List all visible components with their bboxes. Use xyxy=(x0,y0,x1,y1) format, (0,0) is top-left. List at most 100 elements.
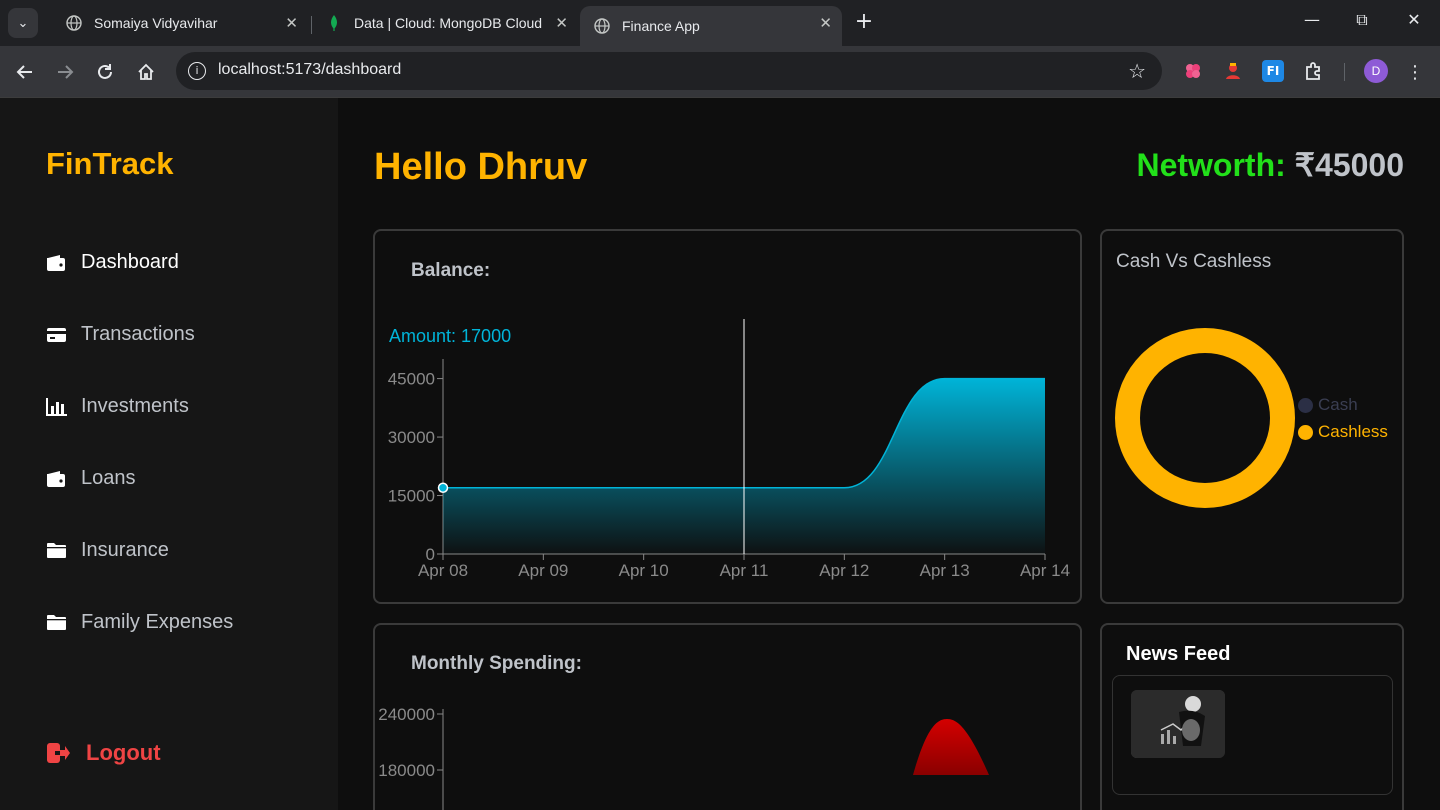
legend-label: Cash xyxy=(1318,395,1358,414)
tab-somaiya[interactable]: Somaiya Vidyavihar ✕ xyxy=(52,6,308,40)
main-content: Hello Dhruv Networth: ₹45000 Balance: 01… xyxy=(338,98,1440,810)
cash-vs-cashless-title: Cash Vs Cashless xyxy=(1116,251,1272,272)
new-tab-button[interactable]: + xyxy=(852,10,876,34)
reload-icon xyxy=(98,64,112,79)
cash-vs-cashless-donut[interactable] xyxy=(1110,323,1300,513)
legend-label: Cashless xyxy=(1318,422,1388,441)
home-icon xyxy=(138,63,154,80)
wallet-icon xyxy=(46,470,67,488)
bar-chart-icon xyxy=(46,397,67,416)
tab-title: Data | Cloud: MongoDB Cloud xyxy=(354,15,543,31)
address-bar[interactable]: i localhost:5173/dashboard ☆ xyxy=(176,52,1162,90)
legend-cashless[interactable]: Cashless xyxy=(1298,422,1388,442)
url-text[interactable]: localhost:5173/dashboard xyxy=(218,61,401,79)
mongodb-leaf-icon xyxy=(326,15,342,31)
profile-avatar[interactable]: D xyxy=(1364,59,1388,83)
extension-person-icon[interactable] xyxy=(1222,60,1244,82)
restore-button[interactable]: ⧉ xyxy=(1350,10,1374,30)
spending-peak-area xyxy=(913,719,989,775)
x-tick-label: Apr 14 xyxy=(1020,561,1070,580)
globe-icon xyxy=(66,15,82,31)
y-tick-label: 30000 xyxy=(388,428,435,447)
browser-tab-strip: ⌄ Somaiya Vidyavihar ✕ Data | Cloud: Mon… xyxy=(0,0,1440,46)
logout-button[interactable]: Logout xyxy=(46,740,161,766)
folder-icon xyxy=(46,614,67,632)
wallet-icon xyxy=(46,254,67,272)
sidebar-item-label: Insurance xyxy=(81,539,169,561)
brand-logo[interactable]: FinTrack xyxy=(46,146,174,182)
home-button[interactable] xyxy=(134,60,158,84)
sidebar-item-family-expenses[interactable]: Family Expenses xyxy=(46,611,233,634)
site-info-icon[interactable]: i xyxy=(188,62,206,80)
sidebar-item-insurance[interactable]: Insurance xyxy=(46,539,169,562)
close-tab-icon[interactable]: ✕ xyxy=(819,14,832,32)
x-tick-label: Apr 12 xyxy=(819,561,869,580)
sidebar: FinTrack Dashboard Transactions Investme… xyxy=(0,98,338,810)
legend-cash[interactable]: Cash xyxy=(1298,395,1358,415)
hover-tooltip: Amount: 17000 xyxy=(389,326,511,346)
chevron-down-icon: ⌄ xyxy=(17,15,29,31)
news-feed-card: News Feed xyxy=(1100,623,1404,810)
x-tick-label: Apr 11 xyxy=(720,561,769,580)
x-tick-label: Apr 09 xyxy=(518,561,568,580)
sidebar-item-label: Investments xyxy=(81,395,189,417)
y-tick-label: 180000 xyxy=(378,761,435,780)
legend-dot xyxy=(1298,397,1313,413)
sidebar-item-loans[interactable]: Loans xyxy=(46,467,136,490)
tab-search-button[interactable]: ⌄ xyxy=(8,8,38,38)
forward-button[interactable] xyxy=(53,60,77,84)
y-tick-label: 45000 xyxy=(388,370,435,389)
sidebar-item-label: Dashboard xyxy=(81,251,179,273)
tab-title: Somaiya Vidyavihar xyxy=(94,15,218,31)
sidebar-item-label: Transactions xyxy=(81,323,195,345)
y-tick-label: 240000 xyxy=(378,705,435,724)
monthly-spending-card: Monthly Spending: 180000 240000 xyxy=(373,623,1082,810)
browser-menu-icon[interactable]: ⋮ xyxy=(1403,60,1427,84)
networth-value: ₹45000 xyxy=(1294,147,1404,183)
x-tick-label: Apr 13 xyxy=(920,561,970,580)
sidebar-item-investments[interactable]: Investments xyxy=(46,395,189,418)
y-tick-label: 15000 xyxy=(388,487,435,506)
logout-label: Logout xyxy=(86,740,161,765)
networth-display: Networth: ₹45000 xyxy=(1136,146,1404,184)
arrow-left-icon xyxy=(16,65,32,79)
balance-area-chart[interactable]: 0150003000045000Apr 08 Apr 09 Apr 10 Apr 11… xyxy=(375,231,1080,602)
sidebar-item-dashboard[interactable]: Dashboard xyxy=(46,251,179,274)
globe-icon xyxy=(594,18,610,34)
news-item[interactable] xyxy=(1112,675,1393,795)
cash-vs-cashless-card: Cash Vs Cashless Cash Cashless xyxy=(1100,229,1404,604)
bookmark-star-icon[interactable]: ☆ xyxy=(1128,59,1146,83)
monthly-spending-chart[interactable]: 180000 240000 xyxy=(375,625,1080,810)
networth-label: Networth: xyxy=(1136,147,1286,183)
x-tick-label: Apr 08 xyxy=(418,561,468,580)
extensions-puzzle-icon[interactable] xyxy=(1303,60,1325,82)
logout-icon xyxy=(46,742,70,764)
minimize-button[interactable]: — xyxy=(1300,10,1324,29)
hover-point xyxy=(437,482,449,493)
balance-card: Balance: 0 15000 30000 45000 Apr 08 Apr 09 Apr… xyxy=(373,229,1082,604)
sidebar-item-label: Family Expenses xyxy=(81,611,234,633)
greeting-heading: Hello Dhruv xyxy=(374,146,588,188)
reload-button[interactable] xyxy=(93,60,117,84)
toolbar-divider xyxy=(1344,63,1345,81)
extension-fi-icon[interactable]: FI xyxy=(1262,60,1284,82)
back-button[interactable] xyxy=(13,60,37,84)
close-tab-icon[interactable]: ✕ xyxy=(285,14,298,32)
arrow-right-icon xyxy=(58,65,74,79)
close-tab-icon[interactable]: ✕ xyxy=(555,14,568,32)
sidebar-item-label: Loans xyxy=(81,467,136,489)
tab-finance-app[interactable]: Finance App ✕ xyxy=(580,6,842,46)
x-tick-label: Apr 10 xyxy=(619,561,669,580)
news-thumbnail-image xyxy=(1131,690,1225,758)
donut-slice-cashless xyxy=(1115,328,1295,508)
folder-icon xyxy=(46,542,67,560)
legend-dot xyxy=(1298,424,1313,440)
credit-card-icon xyxy=(46,326,67,344)
close-window-button[interactable]: ✕ xyxy=(1402,10,1426,29)
extension-flower-icon[interactable] xyxy=(1182,60,1204,82)
tab-mongodb[interactable]: Data | Cloud: MongoDB Cloud ✕ xyxy=(312,6,578,40)
tab-title: Finance App xyxy=(622,18,700,34)
browser-toolbar: i localhost:5173/dashboard ☆ FI D ⋮ xyxy=(0,46,1440,98)
news-feed-title: News Feed xyxy=(1126,643,1231,665)
sidebar-item-transactions[interactable]: Transactions xyxy=(46,323,195,346)
